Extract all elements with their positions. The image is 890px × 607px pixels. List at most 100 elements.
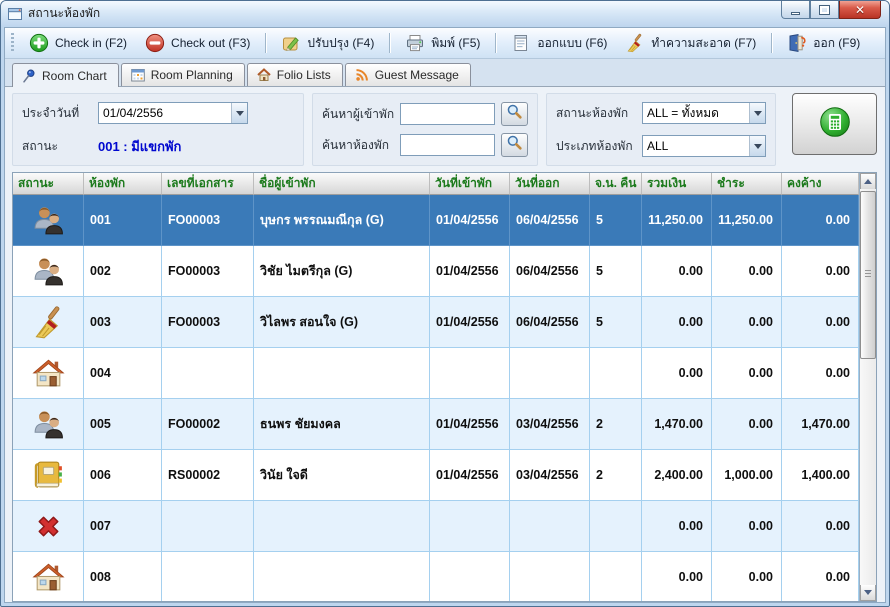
room-status-combobox[interactable]: ALL = ทั้งหมด [642, 102, 766, 124]
tab-strip: Room Chart Room Planning Folio Lists Guest … [5, 59, 885, 86]
cell-name: บุษกร พรรณมณีกุล (G) [254, 195, 430, 246]
scrollbar-thumb[interactable] [860, 191, 876, 359]
column-header-nights[interactable]: จ.น. คืน [590, 173, 642, 195]
tab-room-planning[interactable]: Room Planning [121, 63, 245, 86]
design-icon [511, 33, 531, 53]
cell-checkout [510, 552, 590, 601]
cell-room: 006 [84, 450, 162, 501]
checkout-button[interactable]: Check out (F3) [137, 30, 258, 56]
checkout-icon [145, 33, 165, 53]
cell-nights [590, 552, 642, 601]
cell-name [254, 552, 430, 601]
cell-doc: FO00002 [162, 399, 254, 450]
column-header-checkin[interactable]: วันที่เข้าพัก [430, 173, 510, 195]
column-header-paid[interactable]: ชำระ [712, 173, 782, 195]
tab-guest-message[interactable]: Guest Message [345, 63, 471, 86]
calc-area [784, 93, 877, 166]
cell-nights: 5 [590, 246, 642, 297]
scroll-up-button[interactable] [860, 173, 876, 189]
cell-checkout: 06/04/2556 [510, 195, 590, 246]
table-row[interactable]: 003FO00003วิไลพร สอนใจ (G)01/04/255606/0… [13, 297, 859, 348]
cell-nights: 5 [590, 195, 642, 246]
cell-room: 005 [84, 399, 162, 450]
vertical-scrollbar[interactable] [859, 173, 876, 601]
close-button[interactable]: ✕ [839, 1, 881, 19]
cell-nights: 2 [590, 399, 642, 450]
home-icon [257, 68, 271, 82]
calculate-button[interactable] [792, 93, 877, 155]
chevron-down-icon[interactable] [749, 103, 765, 123]
calendar-icon [131, 68, 145, 82]
column-header-room[interactable]: ห้องพัก [84, 173, 162, 195]
broom-icon [625, 33, 645, 53]
guests-icon [31, 407, 66, 442]
cell-balance: 0.00 [782, 297, 859, 348]
column-header-name[interactable]: ชื่อผู้เข้าพัก [254, 173, 430, 195]
scrollbar-track[interactable] [860, 189, 876, 585]
tab-label: Folio Lists [277, 68, 331, 82]
cell-checkin: 01/04/2556 [430, 399, 510, 450]
tab-label: Room Planning [151, 68, 233, 82]
column-header-checkout[interactable]: วันที่ออก [510, 173, 590, 195]
cell-checkin [430, 552, 510, 601]
chevron-down-icon[interactable] [749, 136, 765, 156]
cell-paid: 0.00 [712, 501, 782, 552]
refresh-button[interactable]: ปรับปรุง (F4) [273, 30, 382, 56]
cell-doc: FO00003 [162, 195, 254, 246]
toolbar-button-label: ออกแบบ (F6) [537, 34, 607, 53]
room-type-combobox[interactable]: ALL [642, 135, 766, 157]
cell-name [254, 501, 430, 552]
cell-name: วิชัย ไมตรีกุล (G) [254, 246, 430, 297]
search-room-input[interactable] [400, 134, 495, 156]
tab-label: Guest Message [375, 68, 459, 82]
room-table: สถานะห้องพักเลขที่เอกสารชื่อผู้เข้าพักวั… [12, 172, 877, 602]
table-row[interactable]: 005FO00002ธนพร ชัยมงคล01/04/255603/04/25… [13, 399, 859, 450]
table-row[interactable]: 001FO00003บุษกร พรรณมณีกุล (G)01/04/2556… [13, 195, 859, 246]
clean-button[interactable]: ทำความสะอาด (F7) [617, 30, 764, 56]
cell-balance: 1,400.00 [782, 450, 859, 501]
cell-paid: 0.00 [712, 297, 782, 348]
cell-status [13, 297, 84, 348]
column-header-status[interactable]: สถานะ [13, 173, 84, 195]
print-icon [405, 33, 425, 53]
minimize-button[interactable] [781, 1, 810, 19]
cell-total: 0.00 [642, 246, 712, 297]
table-row[interactable]: 002FO00003วิชัย ไมตรีกุล (G)01/04/255606… [13, 246, 859, 297]
toolbar-grip[interactable] [11, 33, 14, 53]
exit-button[interactable]: ออก (F9) [779, 30, 868, 56]
print-button[interactable]: พิมพ์ (F5) [397, 30, 488, 56]
cell-status [13, 450, 84, 501]
cell-paid: 1,000.00 [712, 450, 782, 501]
cell-paid: 0.00 [712, 399, 782, 450]
cell-balance: 0.00 [782, 501, 859, 552]
cell-balance: 0.00 [782, 552, 859, 601]
status-label: สถานะ [22, 137, 98, 156]
column-header-balance[interactable]: คงค้าง [782, 173, 859, 195]
guests-icon [31, 254, 66, 289]
maximize-button[interactable] [810, 1, 839, 19]
toolbar-separator [495, 33, 496, 53]
tab-room-chart[interactable]: Room Chart [12, 63, 119, 87]
cell-nights [590, 348, 642, 399]
checkin-button[interactable]: Check in (F2) [21, 30, 135, 56]
table-row[interactable]: 0080.000.000.00 [13, 552, 859, 601]
search-guest-input[interactable] [400, 103, 495, 125]
cell-balance: 1,470.00 [782, 399, 859, 450]
table-row[interactable]: 0070.000.000.00 [13, 501, 859, 552]
design-button[interactable]: ออกแบบ (F6) [503, 30, 615, 56]
edit-icon [281, 33, 301, 53]
guests-icon [31, 203, 66, 238]
table-row[interactable]: 0040.000.000.00 [13, 348, 859, 399]
search-group: ค้นหาผู้เข้าพัก ค้นหาห้องพัก [312, 93, 538, 166]
title-bar[interactable]: สถานะห้องพัก [1, 1, 889, 26]
chevron-down-icon[interactable] [231, 103, 247, 123]
search-room-button[interactable] [501, 133, 528, 157]
table-row[interactable]: 006RS00002วินัย ใจดี01/04/255603/04/2556… [13, 450, 859, 501]
column-header-total[interactable]: รวมเงิน [642, 173, 712, 195]
column-header-doc[interactable]: เลขที่เอกสาร [162, 173, 254, 195]
date-combobox[interactable]: 01/04/2556 [98, 102, 248, 124]
exit-icon [787, 33, 807, 53]
scroll-down-button[interactable] [860, 585, 876, 601]
tab-folio-lists[interactable]: Folio Lists [247, 63, 343, 86]
search-guest-button[interactable] [501, 102, 528, 126]
